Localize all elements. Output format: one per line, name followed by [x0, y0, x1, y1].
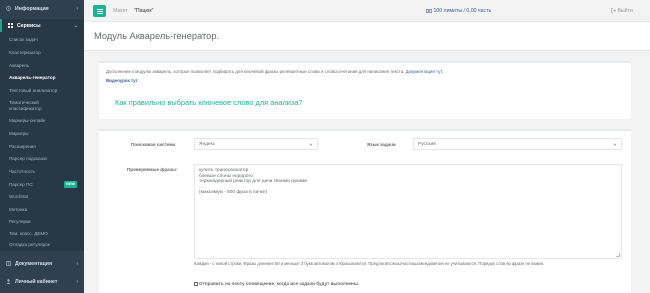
phrases-help-text: Каждая - с новой строки. Фразы длиннее 5… [194, 261, 545, 266]
sidebar-section-label: Документация [15, 260, 53, 267]
sidebar-item-akvarel-generator[interactable]: Акварель-генератор [0, 75, 84, 80]
money-icon [426, 8, 432, 13]
language-select[interactable]: Русский ▼ [413, 138, 622, 150]
top-navbar: Макет "Пацюк" 100 лимиты / 0,00 часть Вы… [84, 0, 650, 22]
sidebar-item-regex[interactable]: Регулярки [0, 219, 84, 224]
info-icon [6, 6, 11, 11]
sidebar-section-services[interactable]: Сервисы ⌄ [0, 19, 84, 32]
sidebar-item-markers[interactable]: Маркеры [0, 131, 84, 136]
project-name: "Пацюк" [134, 8, 154, 14]
logout-label: Выйти [617, 8, 633, 14]
sidebar-section-docs[interactable]: Документация ‹ [0, 257, 84, 270]
search-engine-label: Поисковая система [131, 142, 176, 147]
sidebar-item-text-analyzer[interactable]: Текстовый анализатор [0, 88, 84, 93]
faq-link[interactable]: Как правильно выбрать ключевое слово для… [115, 98, 303, 107]
sidebar-section-label: Личный кабинет [15, 278, 58, 285]
sidebar-section-label: Информация [15, 5, 49, 12]
chevron-down-icon: ▼ [309, 142, 313, 147]
chevron-left-icon: ‹ [76, 278, 78, 285]
sidebar-item-serp-parser[interactable]: Парсер ПС NEW [0, 181, 84, 188]
email-notify-label: Отправить на почту оповещение, когда все… [199, 281, 360, 286]
sidebar-item-regex-debug[interactable]: Отладка регулярок [0, 242, 84, 247]
chevron-left-icon: ‹ [76, 5, 78, 12]
sign-out-icon [611, 8, 616, 13]
logout-link[interactable]: Выйти [611, 8, 633, 14]
project-value[interactable]: "Пацюк" [134, 8, 153, 14]
project-label: Макет [113, 8, 128, 14]
limit-indicator[interactable]: 100 лимиты / 0,00 часть [426, 8, 491, 14]
search-engine-select[interactable]: Яндекс ▼ [194, 138, 318, 150]
hamburger-icon [96, 8, 103, 14]
grid-icon [8, 23, 13, 28]
sidebar-item-frequency[interactable]: Частотность [0, 169, 84, 174]
sidebar-item-markers-online[interactable]: Маркеры-онлайн [0, 118, 84, 123]
sidebar-item-extensions[interactable]: Расширения [0, 144, 84, 149]
sidebar-item-metrika[interactable]: Метрика [0, 207, 84, 212]
sidebar-item-tasks[interactable]: Список задач [0, 37, 84, 42]
sidebar-item-wordstat[interactable]: WordStat [0, 194, 84, 199]
sidebar-section-label: Сервисы [17, 22, 41, 29]
limit-text: 100 лимиты / 0,00 часть [433, 8, 492, 14]
new-badge: NEW [64, 181, 77, 188]
sidebar-item-classifier-demo[interactable]: Тем. класс. ДЕМО [0, 231, 84, 236]
email-notify-checkbox[interactable] [194, 281, 198, 286]
phrases-textarea[interactable]: купить трансклюкатор боевые слоны недоро… [194, 164, 622, 259]
sidebar-item-clusterizer[interactable]: Кластеризатор [0, 50, 84, 55]
page-heading: Модуль Акварель-генератор. [84, 22, 650, 51]
sidebar-item-classifier[interactable]: классификатор [0, 106, 84, 111]
sidebar-submenu: Список задач Кластеризатор Акварель Аква… [0, 32, 84, 251]
sidebar-section-info[interactable]: Информация ‹ [0, 2, 84, 15]
language-value: Русский [418, 141, 436, 147]
menu-toggle-button[interactable] [93, 5, 106, 17]
phrases-label: Проверяемые фразы: [127, 167, 178, 172]
intro-description: Дополнение к модулю акварель, которое по… [106, 69, 405, 74]
chevron-left-icon: ‹ [76, 260, 78, 267]
sidebar-item-akvarel[interactable]: Акварель [0, 63, 84, 68]
page-title: Модуль Акварель-генератор. [94, 31, 220, 41]
intro-panel: Дополнение к модулю акварель, которое по… [99, 61, 631, 119]
resize-handle[interactable] [616, 253, 620, 257]
sidebar-item-suggest-parser[interactable]: Парсер подсказок [0, 156, 84, 161]
video-tutorial-link[interactable]: Видеоурок тут. [106, 78, 139, 83]
chevron-down-icon: ⌄ [73, 22, 78, 29]
intro-text: Дополнение к модулю акварель, которое по… [106, 69, 443, 74]
sidebar: Информация ‹ Сервисы ⌄ Список задач Клас… [0, 0, 84, 293]
sidebar-item-label: Парсер ПС [9, 182, 33, 187]
book-icon [6, 261, 11, 266]
task-form-panel: Поисковая система Яндекс ▼ Язык задачи Р… [99, 129, 631, 293]
documentation-link[interactable]: Документация тут. [406, 69, 443, 74]
language-label: Язык задачи [367, 142, 396, 147]
user-icon [6, 279, 11, 284]
sidebar-item-thematic[interactable]: Тематический [0, 100, 84, 105]
email-notify-checkbox-row[interactable]: Отправить на почту оповещение, когда все… [194, 281, 359, 286]
search-engine-value: Яндекс [199, 141, 216, 147]
textarea-line: (максимум - 500 фраз в пачке) [199, 190, 268, 196]
chevron-down-icon: ▼ [613, 142, 617, 147]
sidebar-section-account[interactable]: Личный кабинет ‹ [0, 275, 84, 288]
